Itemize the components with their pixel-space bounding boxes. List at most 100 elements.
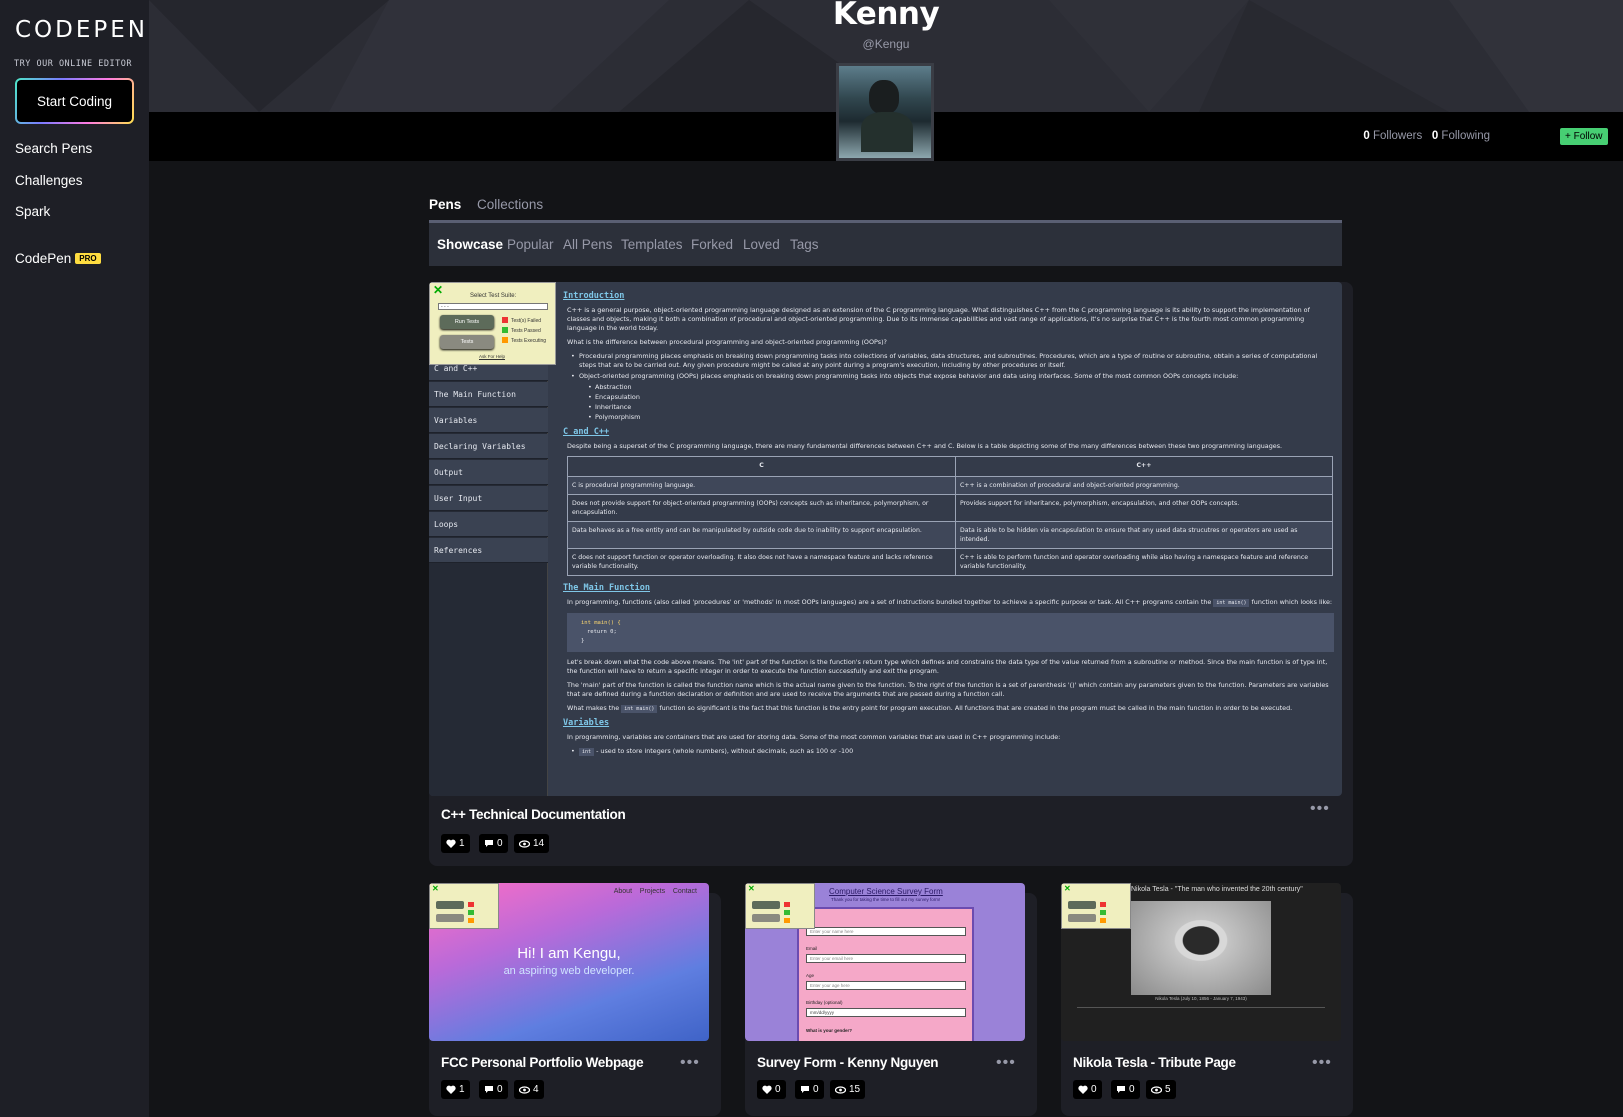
comment-button[interactable]: 0 — [1111, 1080, 1140, 1099]
survey-form: Enter your name here Email Enter your em… — [797, 907, 974, 1041]
ask-help-link[interactable]: Ask For Help — [479, 354, 505, 359]
gender-label: What is your gender? — [806, 1028, 853, 1033]
doc-heading: Variables — [563, 718, 610, 728]
preview-quote: Nikola Tesla - "The man who invented the… — [1131, 886, 1303, 893]
subtab-templates[interactable]: Templates — [621, 237, 683, 252]
subtab-tags[interactable]: Tags — [790, 237, 819, 252]
test-suite-label: Select Test Suite: — [470, 293, 517, 299]
heart-icon — [1078, 1085, 1088, 1094]
tab-pens[interactable]: Pens — [429, 197, 461, 212]
doc-list-item: Object-oriented programming (OOPs) place… — [571, 372, 1334, 381]
comment-button[interactable]: 0 — [795, 1080, 824, 1099]
doc-main: Introduction C++ is a general purpose, o… — [563, 290, 1338, 759]
pen-title[interactable]: Survey Form - Kenny Nguyen — [757, 1055, 939, 1070]
pen-title[interactable]: Nikola Tesla - Tribute Page — [1073, 1055, 1236, 1070]
avatar[interactable] — [836, 63, 934, 161]
codepen-logo[interactable]: CODEPEN — [15, 17, 148, 43]
subtab-showcase[interactable]: Showcase — [437, 237, 503, 252]
pen-title[interactable]: FCC Personal Portfolio Webpage — [441, 1055, 644, 1070]
nav-spark[interactable]: Spark — [15, 204, 50, 219]
nav-challenges[interactable]: Challenges — [15, 173, 83, 188]
fcc-test-panel: ✕ — [1061, 883, 1131, 929]
comment-button[interactable]: 0 — [479, 834, 508, 853]
doc-nav-item[interactable]: The Main Function — [429, 382, 548, 407]
code-block: int main() { return 0; } — [567, 613, 1334, 652]
tesla-photo — [1131, 901, 1271, 995]
more-options-icon[interactable]: ••• — [1310, 800, 1330, 818]
preview-caption: Nikola Tesla (July 10, 1856 - January 7,… — [1155, 996, 1247, 1001]
name-input[interactable]: Enter your name here — [806, 927, 966, 936]
start-coding-button[interactable]: Start Coding — [15, 78, 134, 124]
comment-button[interactable]: 0 — [479, 1080, 508, 1099]
pen-preview[interactable]: Computer Science Survey Form Thank you f… — [745, 883, 1025, 1041]
doc-sublist-item: Polymorphism — [588, 413, 1334, 422]
preview-hello: Hi! I am Kengu, — [517, 945, 621, 962]
eye-icon — [519, 1085, 530, 1094]
pen-preview[interactable]: Nikola Tesla - "The man who invented the… — [1061, 883, 1341, 1041]
comment-icon — [485, 1086, 493, 1093]
pens-subnav: Showcase Popular All Pens Templates Fork… — [429, 220, 1342, 266]
doc-sublist-item: Abstraction — [588, 383, 1334, 392]
preview-sub: an aspiring web developer. — [503, 965, 635, 977]
test-suite-select[interactable]: - - - — [438, 303, 548, 310]
more-options-icon[interactable]: ••• — [996, 1054, 1016, 1072]
doc-heading: The Main Function — [563, 583, 650, 593]
doc-paragraph: In programming, variables are containers… — [567, 733, 1061, 741]
run-tests-button[interactable]: Run Tests — [440, 315, 494, 329]
subtab-loved[interactable]: Loved — [743, 237, 780, 252]
try-editor-label: TRY OUR ONLINE EDITOR — [14, 59, 132, 69]
legend-executing: Tests Executing — [502, 337, 546, 344]
comment-icon — [485, 840, 493, 847]
tab-collections[interactable]: Collections — [477, 197, 543, 212]
doc-heading: Introduction — [563, 291, 625, 301]
pro-badge: PRO — [75, 253, 101, 264]
featured-pen-preview[interactable]: C and C++ The Main Function Variables De… — [429, 282, 1342, 796]
subtab-forked[interactable]: Forked — [691, 237, 733, 252]
more-options-icon[interactable]: ••• — [680, 1054, 700, 1072]
doc-paragraph: C++ is a general purpose, object-oriente… — [567, 306, 1310, 332]
doc-nav-item[interactable]: Declaring Variables — [429, 434, 548, 459]
fcc-test-panel: ✕ — [745, 883, 815, 929]
divider — [1077, 1007, 1325, 1017]
following-link[interactable]: 0 Following — [1432, 130, 1490, 142]
doc-nav-item[interactable]: User Input — [429, 486, 548, 511]
pen-preview[interactable]: About Projects Contact Hi! I am Kengu, a… — [429, 883, 709, 1041]
doc-paragraph: Despite being a superset of the C progra… — [567, 442, 1283, 450]
legend-passed: Tests Passed — [502, 327, 541, 334]
eye-icon — [1151, 1085, 1162, 1094]
like-button[interactable]: 1 — [441, 1080, 470, 1099]
doc-nav-item[interactable]: Variables — [429, 408, 548, 433]
tests-button[interactable]: Tests — [440, 335, 494, 349]
like-button[interactable]: 0 — [1073, 1080, 1102, 1099]
nav-search-pens[interactable]: Search Pens — [15, 141, 92, 156]
more-options-icon[interactable]: ••• — [1312, 1054, 1332, 1072]
followers-link[interactable]: 0 Followers — [1363, 130, 1422, 142]
doc-nav-item[interactable]: References — [429, 538, 548, 563]
close-icon[interactable]: ✕ — [433, 283, 443, 297]
preview-heading: Computer Science Survey Form — [829, 887, 943, 896]
views-count: 15 — [830, 1080, 866, 1099]
eye-icon — [519, 839, 530, 848]
doc-paragraph: What is the difference between procedura… — [567, 338, 887, 346]
nav-codepen-pro[interactable]: CodePen PRO — [15, 251, 101, 266]
profile-tabs: Pens Collections — [429, 197, 555, 212]
doc-list-item: Procedural programming places emphasis o… — [571, 352, 1334, 370]
age-label: Age — [806, 973, 815, 978]
doc-heading: C and C++ — [563, 427, 610, 437]
like-button[interactable]: 1 — [441, 834, 470, 853]
doc-nav-item[interactable]: Loops — [429, 512, 548, 537]
age-input[interactable]: Enter your age here — [806, 981, 966, 990]
birthday-input[interactable]: mm/dd/yyyy — [806, 1008, 966, 1017]
doc-nav-item[interactable]: Output — [429, 460, 548, 485]
subtab-all-pens[interactable]: All Pens — [563, 237, 613, 252]
like-button[interactable]: 0 — [757, 1080, 786, 1099]
profile-handle: @Kengu — [862, 37, 910, 51]
email-label: Email — [806, 946, 818, 951]
follow-button[interactable]: + Follow — [1560, 128, 1608, 145]
views-count: 4 — [514, 1080, 544, 1099]
subtab-popular[interactable]: Popular — [507, 237, 554, 252]
email-input[interactable]: Enter your email here — [806, 954, 966, 963]
pen-title[interactable]: C++ Technical Documentation — [441, 807, 626, 822]
comment-icon — [801, 1086, 809, 1093]
eye-icon — [835, 1085, 846, 1094]
